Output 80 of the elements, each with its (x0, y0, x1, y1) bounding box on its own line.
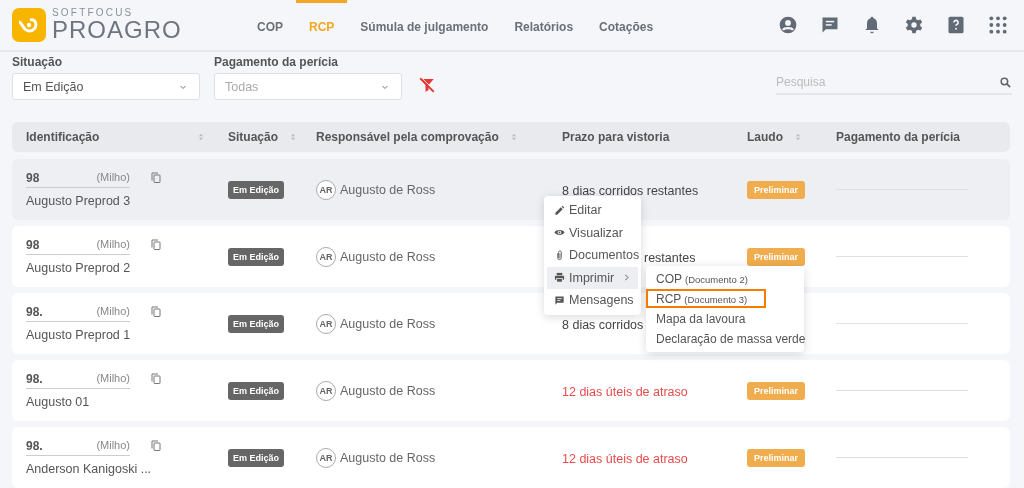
responsible-name: Augusto de Ross (340, 383, 436, 398)
settings-icon[interactable] (904, 15, 924, 35)
logo-icon (12, 8, 46, 42)
nav-tab[interactable]: COP (244, 0, 296, 50)
status-badge: Em Edição (228, 314, 284, 333)
record-name: Anderson Kanigoski ... (26, 460, 152, 477)
status-badge: Em Edição (228, 180, 284, 199)
avatar: AR (316, 447, 336, 468)
column-header: Pagamento da perícia (836, 130, 961, 144)
report-badge: Preliminar (747, 180, 806, 199)
record-id: 98. (26, 304, 43, 319)
record-id: 98 (26, 237, 40, 252)
printer-icon (554, 272, 565, 284)
column-header: Identificação (26, 130, 100, 144)
copy-icon[interactable] (150, 371, 162, 385)
filter-label: Pagamento da perícia (214, 55, 340, 69)
avatar: AR (316, 246, 336, 267)
menu-item[interactable]: Editar (547, 199, 638, 222)
menu-item[interactable]: Documentos (547, 244, 638, 267)
chat-icon[interactable] (820, 15, 840, 35)
table-row[interactable]: 98. (Milho) Anderson Kanigoski ... Em Edição AR Augusto de Ross 12 dias úteis de atraso Preliminar (12, 427, 1010, 488)
record-id: 98. (26, 438, 43, 453)
report-badge: Preliminar (747, 247, 806, 266)
paperclip-icon (554, 249, 565, 261)
deadline-text: 12 dias úteis de atraso (562, 451, 688, 466)
deadline-text: 8 dias corridos (562, 317, 644, 332)
column-header: Responsável pela comprovação (316, 130, 499, 144)
nav-tab[interactable]: Cotações (586, 0, 667, 50)
record-id: 98. (26, 371, 43, 386)
clear-filter-icon[interactable] (418, 76, 436, 94)
record-id: 98 (26, 170, 40, 185)
responsible-name: Augusto de Ross (340, 450, 436, 465)
avatar: AR (316, 179, 336, 200)
avatar: AR (316, 313, 336, 334)
record-name: Augusto Preprod 1 (26, 326, 131, 343)
copy-icon[interactable] (150, 304, 162, 318)
dropdown-field[interactable]: Em Edição (12, 73, 200, 100)
report-badge: Preliminar (747, 381, 806, 400)
column-header: Situação (228, 130, 278, 144)
column-header: Laudo (747, 130, 783, 144)
record-name: Augusto 01 (26, 393, 90, 410)
responsible-name: Augusto de Ross (340, 316, 436, 331)
crop-label: (Milho) (96, 170, 130, 185)
submenu-item[interactable]: Declaração de massa verde (646, 329, 804, 348)
column-header: Prazo para vistoria (562, 130, 670, 144)
crop-label: (Milho) (96, 304, 130, 319)
crop-label: (Milho) (96, 371, 130, 386)
nav-tab[interactable]: Súmula de julgamento (347, 0, 502, 50)
nav-tab[interactable]: Relatórios (501, 0, 587, 50)
responsible-name: Augusto de Ross (340, 182, 436, 197)
table-row[interactable]: 98. (Milho) Augusto 01 Em Edição AR Augusto de Ross 12 dias úteis de atraso Preliminar (12, 360, 1010, 421)
account-icon[interactable] (778, 15, 798, 35)
deadline-text: restantes (644, 250, 696, 265)
crop-label: (Milho) (96, 237, 130, 252)
submenu-item[interactable]: RCP (Documento 3) (646, 289, 766, 308)
pencil-icon (554, 204, 565, 216)
copy-icon[interactable] (150, 170, 162, 184)
copy-icon[interactable] (150, 237, 162, 251)
responsible-name: Augusto de Ross (340, 249, 436, 264)
deadline-text: 12 dias úteis de atraso (562, 384, 688, 399)
copy-icon[interactable] (150, 438, 162, 452)
search-icon (999, 75, 1012, 89)
crop-label: (Milho) (96, 438, 130, 453)
filter-label: Situação (12, 55, 63, 69)
chat-icon (554, 294, 565, 306)
status-badge: Em Edição (228, 381, 284, 400)
brand-tagline: SOFTFOCUS (52, 8, 135, 18)
brand-name: PROAGRO (52, 18, 182, 42)
menu-item[interactable]: Imprimir (547, 266, 638, 289)
apps-grid-icon[interactable] (988, 15, 1008, 35)
deadline-text: 8 dias corridos restantes (562, 183, 699, 198)
help-icon[interactable] (946, 15, 966, 35)
status-badge: Em Edição (228, 448, 284, 467)
avatar: AR (316, 380, 336, 401)
submenu-item[interactable]: COP (Documento 2) (646, 269, 766, 288)
submenu-item[interactable]: Mapa da lavoura (646, 309, 804, 328)
report-badge: Preliminar (747, 448, 806, 467)
record-name: Augusto Preprod 3 (26, 192, 131, 209)
record-name: Augusto Preprod 2 (26, 259, 131, 276)
status-badge: Em Edição (228, 247, 284, 266)
